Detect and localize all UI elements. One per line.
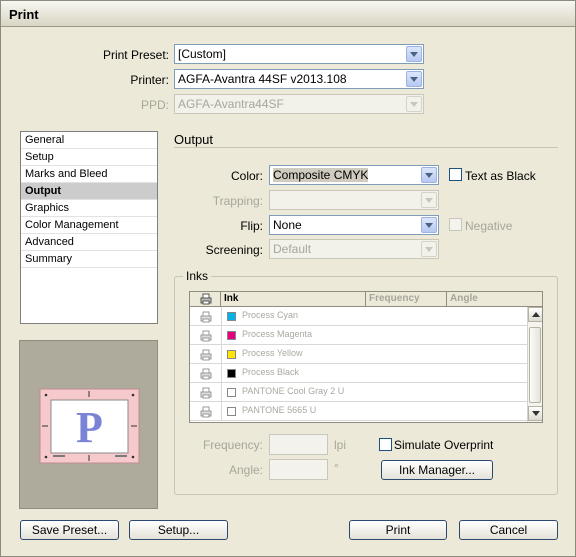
ink-name: Process Yellow bbox=[242, 348, 303, 358]
ink-name: PANTONE Cool Gray 2 U bbox=[242, 386, 345, 396]
print-preset-label: Print Preset: bbox=[102, 48, 169, 62]
print-icon[interactable] bbox=[190, 345, 222, 364]
text-as-black-checkbox[interactable] bbox=[449, 168, 462, 181]
ink-name: Process Black bbox=[242, 367, 300, 377]
printer-label: Printer: bbox=[130, 73, 169, 87]
ink-list-scrollbar[interactable] bbox=[527, 307, 542, 422]
print-icon bbox=[200, 293, 212, 308]
ink-swatch bbox=[227, 388, 236, 397]
frequency-label: Frequency: bbox=[202, 438, 263, 452]
output-divider bbox=[174, 147, 558, 148]
print-dialog: Print Print Preset: [Custom] Printer: AG… bbox=[0, 0, 576, 557]
title-bar: Print bbox=[1, 1, 575, 27]
print-button[interactable]: Print bbox=[349, 520, 447, 540]
print-preset-value: [Custom] bbox=[178, 47, 227, 61]
print-icon[interactable] bbox=[190, 307, 222, 326]
preview-glyph: P bbox=[76, 402, 103, 452]
ink-swatch bbox=[227, 407, 236, 416]
ink-name: Process Magenta bbox=[242, 329, 313, 339]
chevron-down-icon bbox=[406, 46, 422, 62]
ppd-value: AGFA-Avantra44SF bbox=[178, 97, 284, 111]
flip-dropdown[interactable]: None bbox=[269, 215, 439, 235]
negative-checkbox bbox=[449, 218, 462, 231]
scroll-up-button[interactable] bbox=[528, 307, 542, 322]
chevron-down-icon bbox=[421, 167, 437, 183]
ink-row[interactable]: Process Black bbox=[190, 364, 528, 383]
ink-row[interactable]: Process Cyan bbox=[190, 307, 528, 326]
ink-swatch bbox=[227, 369, 236, 378]
sidebar-item-output[interactable]: Output bbox=[21, 183, 157, 200]
page-preview: P bbox=[19, 340, 158, 509]
simulate-overprint-checkbox[interactable] bbox=[379, 438, 392, 451]
color-value: Composite CMYK bbox=[273, 168, 369, 182]
dialog-title: Print bbox=[9, 7, 39, 22]
cancel-button[interactable]: Cancel bbox=[459, 520, 558, 540]
flip-value: None bbox=[273, 218, 302, 232]
ink-swatch bbox=[227, 312, 236, 321]
text-as-black-label: Text as Black bbox=[465, 169, 536, 183]
flip-label: Flip: bbox=[240, 219, 263, 233]
ink-list: Process Cyan Process Magenta Process Yello… bbox=[189, 307, 543, 423]
frequency-column-header[interactable]: Frequency bbox=[369, 293, 420, 304]
printer-value: AGFA-Avantra 44SF v2013.108 bbox=[178, 72, 347, 86]
print-icon[interactable] bbox=[190, 402, 222, 421]
sidebar-item-advanced[interactable]: Advanced bbox=[21, 234, 157, 251]
simulate-overprint-label: Simulate Overprint bbox=[394, 438, 494, 452]
ink-row[interactable]: Process Yellow bbox=[190, 345, 528, 364]
scroll-thumb[interactable] bbox=[529, 327, 541, 403]
ink-table-header: Ink Frequency Angle bbox=[189, 291, 543, 307]
angle-label: Angle: bbox=[228, 463, 263, 477]
inks-group-title: Inks bbox=[183, 269, 212, 283]
print-preset-dropdown[interactable]: [Custom] bbox=[174, 44, 424, 64]
frequency-unit: lpi bbox=[334, 438, 347, 452]
ink-manager-button[interactable]: Ink Manager... bbox=[381, 460, 493, 480]
chevron-down-icon bbox=[406, 71, 422, 87]
ppd-label: PPD: bbox=[140, 98, 169, 112]
ink-column-header[interactable]: Ink bbox=[224, 293, 238, 304]
sidebar-item-setup[interactable]: Setup bbox=[21, 149, 157, 166]
chevron-down-icon bbox=[421, 217, 437, 233]
color-dropdown[interactable]: Composite CMYK bbox=[269, 165, 439, 185]
angle-input bbox=[269, 459, 328, 480]
screening-value: Default bbox=[273, 242, 312, 256]
frequency-input bbox=[269, 434, 328, 455]
ink-name: PANTONE 5665 U bbox=[242, 405, 317, 415]
ink-swatch bbox=[227, 350, 236, 359]
ppd-dropdown: AGFA-Avantra44SF bbox=[174, 94, 424, 114]
chevron-down-icon bbox=[421, 192, 437, 208]
sidebar-item-marks-and-bleed[interactable]: Marks and Bleed bbox=[21, 166, 157, 183]
scroll-down-button[interactable] bbox=[528, 406, 542, 421]
ink-swatch bbox=[227, 331, 236, 340]
printer-dropdown[interactable]: AGFA-Avantra 44SF v2013.108 bbox=[174, 69, 424, 89]
angle-column-header[interactable]: Angle bbox=[450, 293, 478, 304]
category-list: General Setup Marks and Bleed Output Gra… bbox=[20, 131, 158, 324]
screening-dropdown: Default bbox=[269, 239, 439, 259]
print-icon[interactable] bbox=[190, 364, 222, 383]
angle-unit: ° bbox=[334, 461, 339, 475]
ink-row[interactable]: PANTONE Cool Gray 2 U bbox=[190, 383, 528, 402]
output-section-title: Output bbox=[174, 132, 214, 147]
ink-row[interactable]: Process Magenta bbox=[190, 326, 528, 345]
chevron-down-icon bbox=[406, 96, 422, 112]
negative-label: Negative bbox=[465, 219, 513, 233]
ink-row[interactable]: PANTONE 5665 U bbox=[190, 402, 528, 421]
sidebar-item-general[interactable]: General bbox=[21, 132, 157, 149]
trapping-label: Trapping: bbox=[212, 194, 263, 208]
screening-label: Screening: bbox=[205, 243, 263, 257]
print-icon[interactable] bbox=[190, 383, 222, 402]
sidebar-item-summary[interactable]: Summary bbox=[21, 251, 157, 268]
save-preset-button[interactable]: Save Preset... bbox=[20, 520, 119, 540]
chevron-down-icon bbox=[421, 241, 437, 257]
setup-button[interactable]: Setup... bbox=[129, 520, 228, 540]
ink-name: Process Cyan bbox=[242, 310, 299, 320]
sidebar-item-color-management[interactable]: Color Management bbox=[21, 217, 157, 234]
color-label: Color: bbox=[230, 169, 263, 183]
trapping-dropdown bbox=[269, 190, 439, 210]
print-icon[interactable] bbox=[190, 326, 222, 345]
sidebar-item-graphics[interactable]: Graphics bbox=[21, 200, 157, 217]
